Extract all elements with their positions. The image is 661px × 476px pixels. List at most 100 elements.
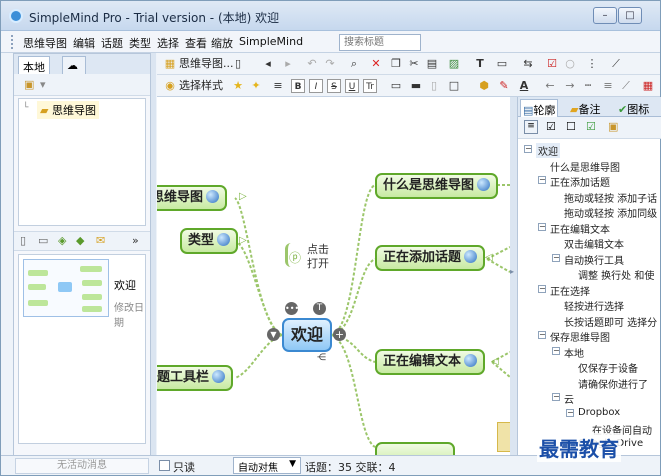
- outline-item[interactable]: 长按话题即可 选择分: [564, 314, 657, 329]
- redo-icon[interactable]: ↷: [323, 57, 337, 71]
- collapse-icon[interactable]: ▷: [239, 235, 247, 246]
- expand-icon[interactable]: ◁: [485, 252, 493, 263]
- checked-box-icon[interactable]: ☑: [586, 120, 596, 133]
- maximize-button[interactable]: □: [618, 7, 642, 24]
- menu-topic[interactable]: 话题: [101, 35, 123, 51]
- outline-expander-icon[interactable]: −: [552, 253, 560, 262]
- collapse-icon[interactable]: ▷: [239, 191, 247, 202]
- node-what-is-mindmap[interactable]: 什么是思维导图: [375, 173, 499, 199]
- tab-icons[interactable]: ✔图标: [616, 99, 651, 117]
- outline-item[interactable]: 调整 换行处 和使: [578, 267, 654, 282]
- empty-box-icon[interactable]: ☐: [566, 120, 576, 133]
- copy-icon[interactable]: ❐: [389, 57, 403, 71]
- menu-simplemind[interactable]: SimpleMind: [239, 35, 303, 48]
- image-icon[interactable]: ▨: [447, 57, 461, 71]
- check-list-icon[interactable]: ☑: [546, 120, 556, 133]
- outline-expander-icon[interactable]: −: [566, 408, 574, 417]
- splitter-arrow-icon[interactable]: ▸: [510, 267, 514, 276]
- font-size-button[interactable]: Tr: [363, 79, 377, 93]
- outline-expander-icon[interactable]: −: [538, 176, 546, 184]
- email-icon[interactable]: ✉: [96, 234, 105, 247]
- pin-icon[interactable]: ⟋: [609, 57, 623, 71]
- expand-icon[interactable]: ◁: [491, 356, 499, 367]
- tab-local[interactable]: 本地: [18, 56, 50, 74]
- underline-button[interactable]: U: [345, 79, 359, 93]
- line-weight-icon[interactable]: ≡: [601, 79, 615, 93]
- outline-item[interactable]: 自动换行工具: [564, 252, 624, 267]
- outline-item[interactable]: 什么是思维导图: [550, 159, 620, 174]
- fill-icon[interactable]: ▯: [427, 79, 441, 93]
- curve-icon[interactable]: ⟋: [619, 79, 633, 93]
- outline-item[interactable]: 双击编辑文本: [564, 236, 624, 251]
- outline-item[interactable]: 轻按进行选择: [564, 298, 624, 313]
- outline-item[interactable]: 云: [564, 391, 574, 406]
- paint-icon[interactable]: ⬢: [477, 79, 491, 93]
- outline-item[interactable]: 请确保你进行了: [578, 376, 648, 391]
- italic-button[interactable]: I: [309, 79, 323, 93]
- circle-icon[interactable]: ○: [563, 57, 577, 71]
- note-icon[interactable]: ▭: [495, 57, 509, 71]
- new-folder-icon[interactable]: ▣: [24, 78, 34, 91]
- text-edit-icon[interactable]: T: [313, 302, 326, 315]
- bold-button[interactable]: B: [291, 79, 305, 93]
- add-topic-icon[interactable]: +: [333, 328, 346, 341]
- outline-view-icon[interactable]: ≡: [524, 120, 538, 134]
- new-file-icon[interactable]: ▯: [20, 234, 26, 247]
- forward-icon[interactable]: ▸: [281, 57, 295, 71]
- mindmap-menu-button[interactable]: 思维导图...: [179, 56, 234, 72]
- palette-icon[interactable]: ▦: [641, 79, 655, 93]
- outline-expander-icon[interactable]: −: [538, 284, 546, 293]
- share-icon[interactable]: ⋮: [585, 57, 599, 71]
- outline-item[interactable]: 正在选择: [550, 283, 590, 298]
- outline-item[interactable]: 拖动或轻按 添加子话: [564, 190, 657, 205]
- outline-item[interactable]: 拖动或轻按 添加同级: [564, 205, 657, 220]
- tab-outline[interactable]: ▤轮廓: [520, 99, 559, 117]
- arrow-left-icon[interactable]: ←: [543, 79, 557, 93]
- shape-icon[interactable]: ▭: [389, 79, 403, 93]
- cut-icon[interactable]: ✂: [407, 57, 421, 71]
- node-mindmap[interactable]: 思维导图: [157, 185, 228, 211]
- dropdown-icon[interactable]: ▾: [40, 78, 46, 91]
- node-partial-bottom[interactable]: [375, 442, 455, 455]
- outline-item[interactable]: Dropbox: [578, 407, 620, 418]
- export-icon[interactable]: ◆: [76, 234, 84, 247]
- node-editing-text[interactable]: 正在编辑文本: [375, 349, 486, 375]
- tree-item-mindmaps[interactable]: ▰ 思维导图: [37, 101, 99, 119]
- central-topic[interactable]: 欢迎: [282, 318, 332, 352]
- outline-expander-icon[interactable]: −: [538, 331, 546, 339]
- menu-mindmap[interactable]: 思维导图: [23, 35, 67, 51]
- move-icon[interactable]: ▼: [267, 328, 280, 341]
- box-icon[interactable]: □: [447, 79, 461, 93]
- back-icon[interactable]: ◂: [261, 57, 275, 71]
- tab-notes[interactable]: ▰备注: [568, 99, 602, 117]
- relation-icon[interactable]: ⇆: [521, 57, 535, 71]
- import-icon[interactable]: ◈: [58, 234, 66, 247]
- menu-edit[interactable]: 编辑: [73, 35, 95, 51]
- outline-item[interactable]: 正在编辑文本: [550, 221, 610, 236]
- mindmap-thumbnail[interactable]: [23, 259, 109, 317]
- pen-icon[interactable]: ✎: [497, 79, 511, 93]
- outline-item[interactable]: 欢迎: [536, 143, 560, 158]
- outline-expander-icon[interactable]: −: [524, 145, 532, 153]
- star-plus-icon[interactable]: ✦: [249, 79, 263, 93]
- menu-type[interactable]: 类型: [129, 35, 151, 51]
- menu-select[interactable]: 选择: [157, 35, 179, 51]
- strike-button[interactable]: S: [327, 79, 341, 93]
- node-type[interactable]: 类型: [180, 228, 239, 254]
- border-icon[interactable]: ▬: [409, 79, 423, 93]
- search-input[interactable]: [339, 34, 421, 51]
- outline-expander-icon[interactable]: −: [552, 346, 560, 355]
- outline-expander-icon[interactable]: −: [552, 393, 560, 401]
- right-splitter[interactable]: ▸: [510, 97, 517, 455]
- menu-zoom[interactable]: 缩放: [211, 35, 233, 51]
- font-color-icon[interactable]: A: [517, 79, 531, 93]
- tab-cloud[interactable]: ☁: [62, 56, 86, 74]
- star-icon[interactable]: ★: [231, 79, 245, 93]
- node-adding-topics[interactable]: 正在添加话题: [375, 245, 486, 271]
- left-splitter[interactable]: [151, 53, 156, 456]
- readonly-checkbox[interactable]: [159, 460, 170, 471]
- node-topic-toolbar[interactable]: 题工具栏: [157, 365, 234, 391]
- outline-item[interactable]: 本地: [564, 345, 584, 360]
- new-page-icon[interactable]: ▯: [231, 57, 245, 71]
- outline-item[interactable]: 保存思维导图: [550, 329, 610, 344]
